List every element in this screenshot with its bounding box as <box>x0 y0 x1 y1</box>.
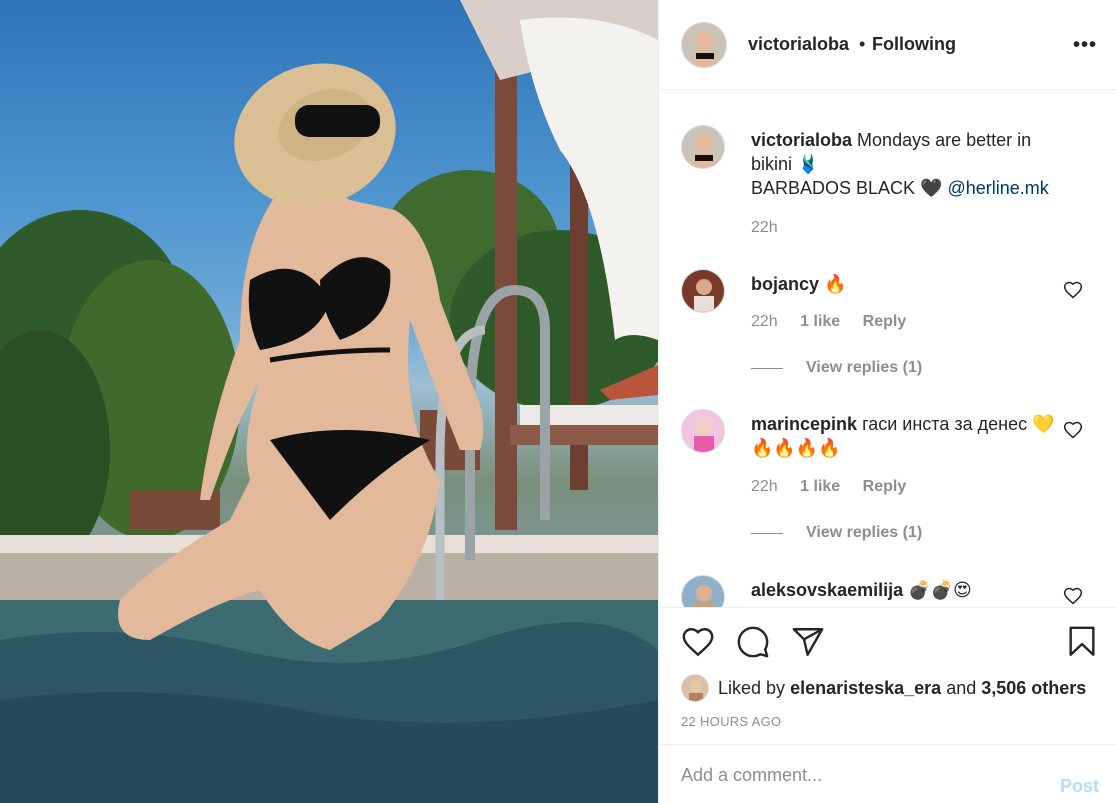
comment-text: aleksovskaemilija 💣💣😍 <box>751 578 1071 602</box>
post-side-panel: victorialoba • Following ••• victorialob… <box>658 0 1116 803</box>
view-replies-line <box>751 532 783 534</box>
author-username[interactable]: victorialoba <box>748 34 849 55</box>
caption-line-2: BARBADOS BLACK 🖤 <box>751 178 943 198</box>
comment-text: bojancy 🔥 <box>751 272 1071 296</box>
post-comment-button[interactable]: Post <box>1060 776 1099 797</box>
caption-text: victorialoba Mondays are better in bikin… <box>751 128 1071 200</box>
comment-username[interactable]: bojancy <box>751 274 819 294</box>
post-header: victorialoba • Following ••• <box>659 0 1116 90</box>
commenter-avatar[interactable] <box>681 409 725 453</box>
caption-time[interactable]: 22h <box>751 219 778 236</box>
comment-like-icon[interactable] <box>1063 586 1083 606</box>
reply-button[interactable]: Reply <box>863 478 907 495</box>
comment-message: 💣💣😍 <box>908 580 972 600</box>
view-replies-button[interactable]: View replies (1) <box>751 359 922 377</box>
post-timestamp[interactable]: 22 HOURS AGO <box>681 714 781 729</box>
ellipsis-icon[interactable]: ••• <box>1073 34 1097 57</box>
heart-icon[interactable] <box>681 625 715 659</box>
comments-list[interactable]: victorialoba Mondays are better in bikin… <box>659 91 1116 607</box>
comment-likes[interactable]: 1 like <box>800 478 840 495</box>
post-photo[interactable] <box>0 0 658 803</box>
commenter-avatar[interactable] <box>681 575 725 607</box>
caption-username[interactable]: victorialoba <box>751 130 852 150</box>
likes-conjunction: and <box>946 677 977 698</box>
reply-button[interactable]: Reply <box>863 313 907 330</box>
comment-time[interactable]: 22h <box>751 478 778 495</box>
liked-by-label: Liked by <box>718 677 786 698</box>
follow-status-button[interactable]: Following <box>872 34 956 55</box>
add-comment-bar: Post <box>659 744 1116 803</box>
comment-likes[interactable]: 1 like <box>800 313 840 330</box>
comment-like-icon[interactable] <box>1063 420 1083 440</box>
comment-time[interactable]: 22h <box>751 313 778 330</box>
photo-illustration <box>0 0 658 803</box>
comment-text: marincepink гаси инста за денес 💛🔥🔥🔥🔥 <box>751 412 1071 460</box>
view-replies-label: View replies (1) <box>806 524 923 541</box>
likes-others-link[interactable]: 3,506 others <box>981 678 1086 699</box>
bookmark-icon[interactable] <box>1065 625 1099 659</box>
post-actions: Liked by elenaristeska_era and 3,506 oth… <box>659 607 1116 744</box>
view-replies-line <box>751 367 783 369</box>
likes-summary: Liked by elenaristeska_era and 3,506 oth… <box>681 674 1086 702</box>
comment-message: 🔥 <box>824 274 847 294</box>
mention-link[interactable]: @herline.mk <box>948 178 1049 198</box>
comment-input[interactable] <box>681 761 1031 789</box>
comment-meta: 22h 1 like Reply <box>751 313 924 331</box>
comment-icon[interactable] <box>736 625 770 659</box>
liker-username[interactable]: elenaristeska_era <box>790 678 941 699</box>
comment-meta: 22h 1 like Reply <box>751 478 924 496</box>
author-avatar[interactable] <box>681 22 727 68</box>
view-replies-label: View replies (1) <box>806 359 923 376</box>
comment-username[interactable]: marincepink <box>751 414 857 434</box>
comment-like-icon[interactable] <box>1063 280 1083 300</box>
caption-meta: 22h <box>751 219 796 237</box>
liker-avatar[interactable] <box>681 674 709 702</box>
commenter-avatar[interactable] <box>681 269 725 313</box>
send-icon[interactable] <box>791 625 825 659</box>
view-replies-button[interactable]: View replies (1) <box>751 524 922 542</box>
caption-avatar[interactable] <box>681 125 725 169</box>
comment-username[interactable]: aleksovskaemilija <box>751 580 903 600</box>
separator-dot: • <box>859 34 866 54</box>
